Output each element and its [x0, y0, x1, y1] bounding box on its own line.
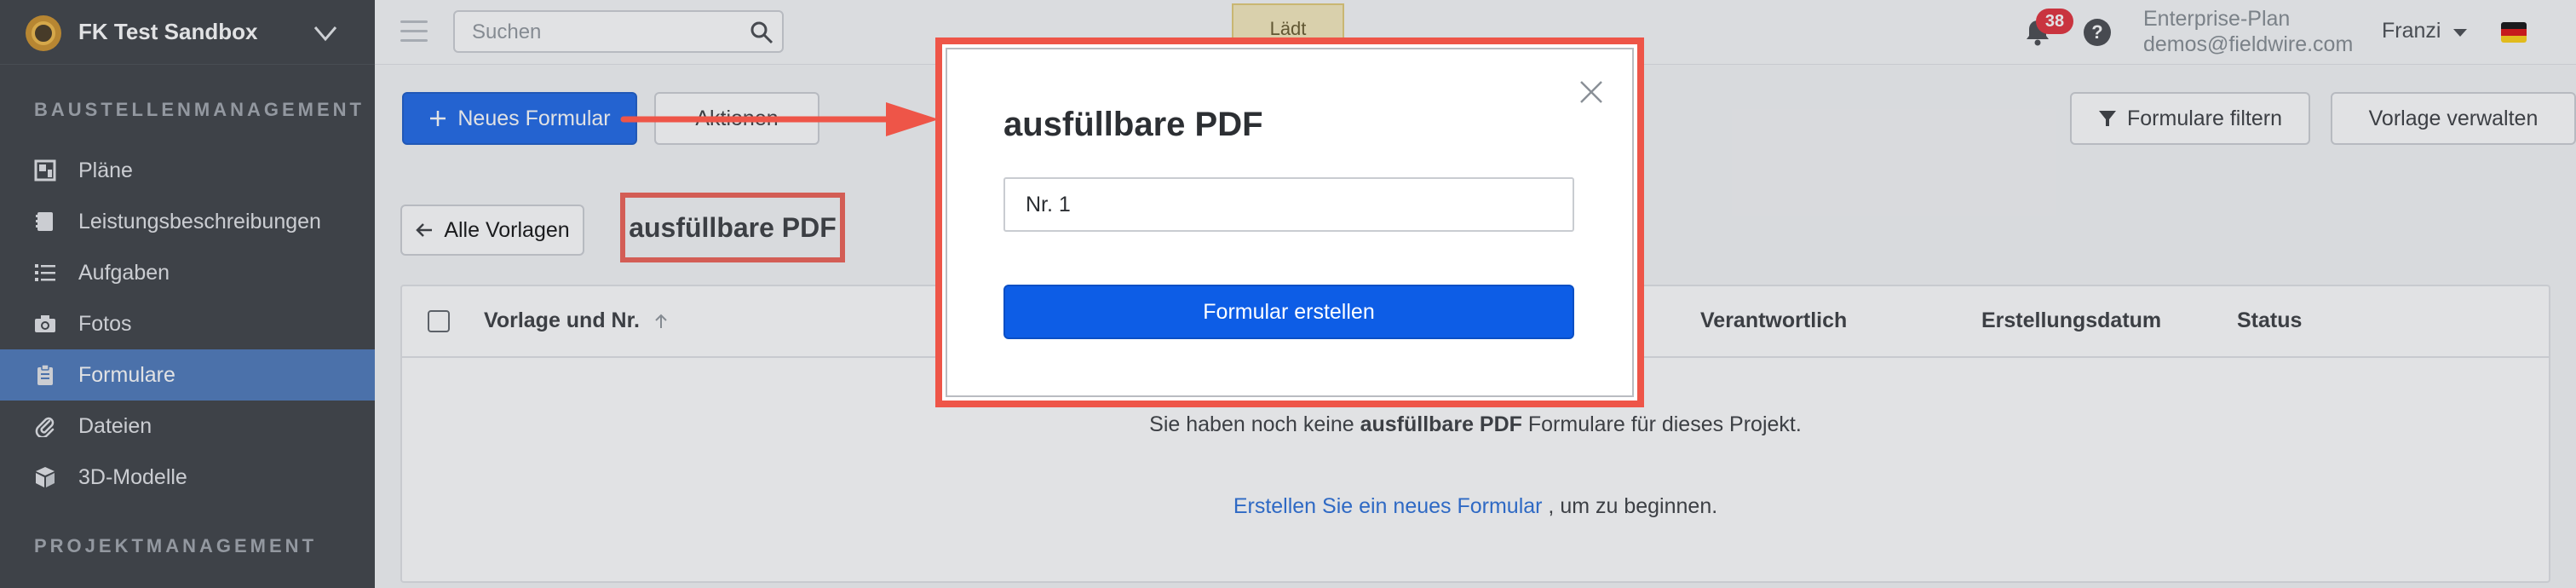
create-form-button[interactable]: Formular erstellen — [1003, 285, 1574, 339]
create-form-dialog: ausfüllbare PDF Formular erstellen — [946, 48, 1634, 397]
dialog-title: ausfüllbare PDF — [1003, 106, 1263, 143]
close-icon[interactable] — [1578, 78, 1605, 106]
form-name-input[interactable] — [1003, 177, 1574, 232]
annotation-arrow — [620, 102, 939, 136]
